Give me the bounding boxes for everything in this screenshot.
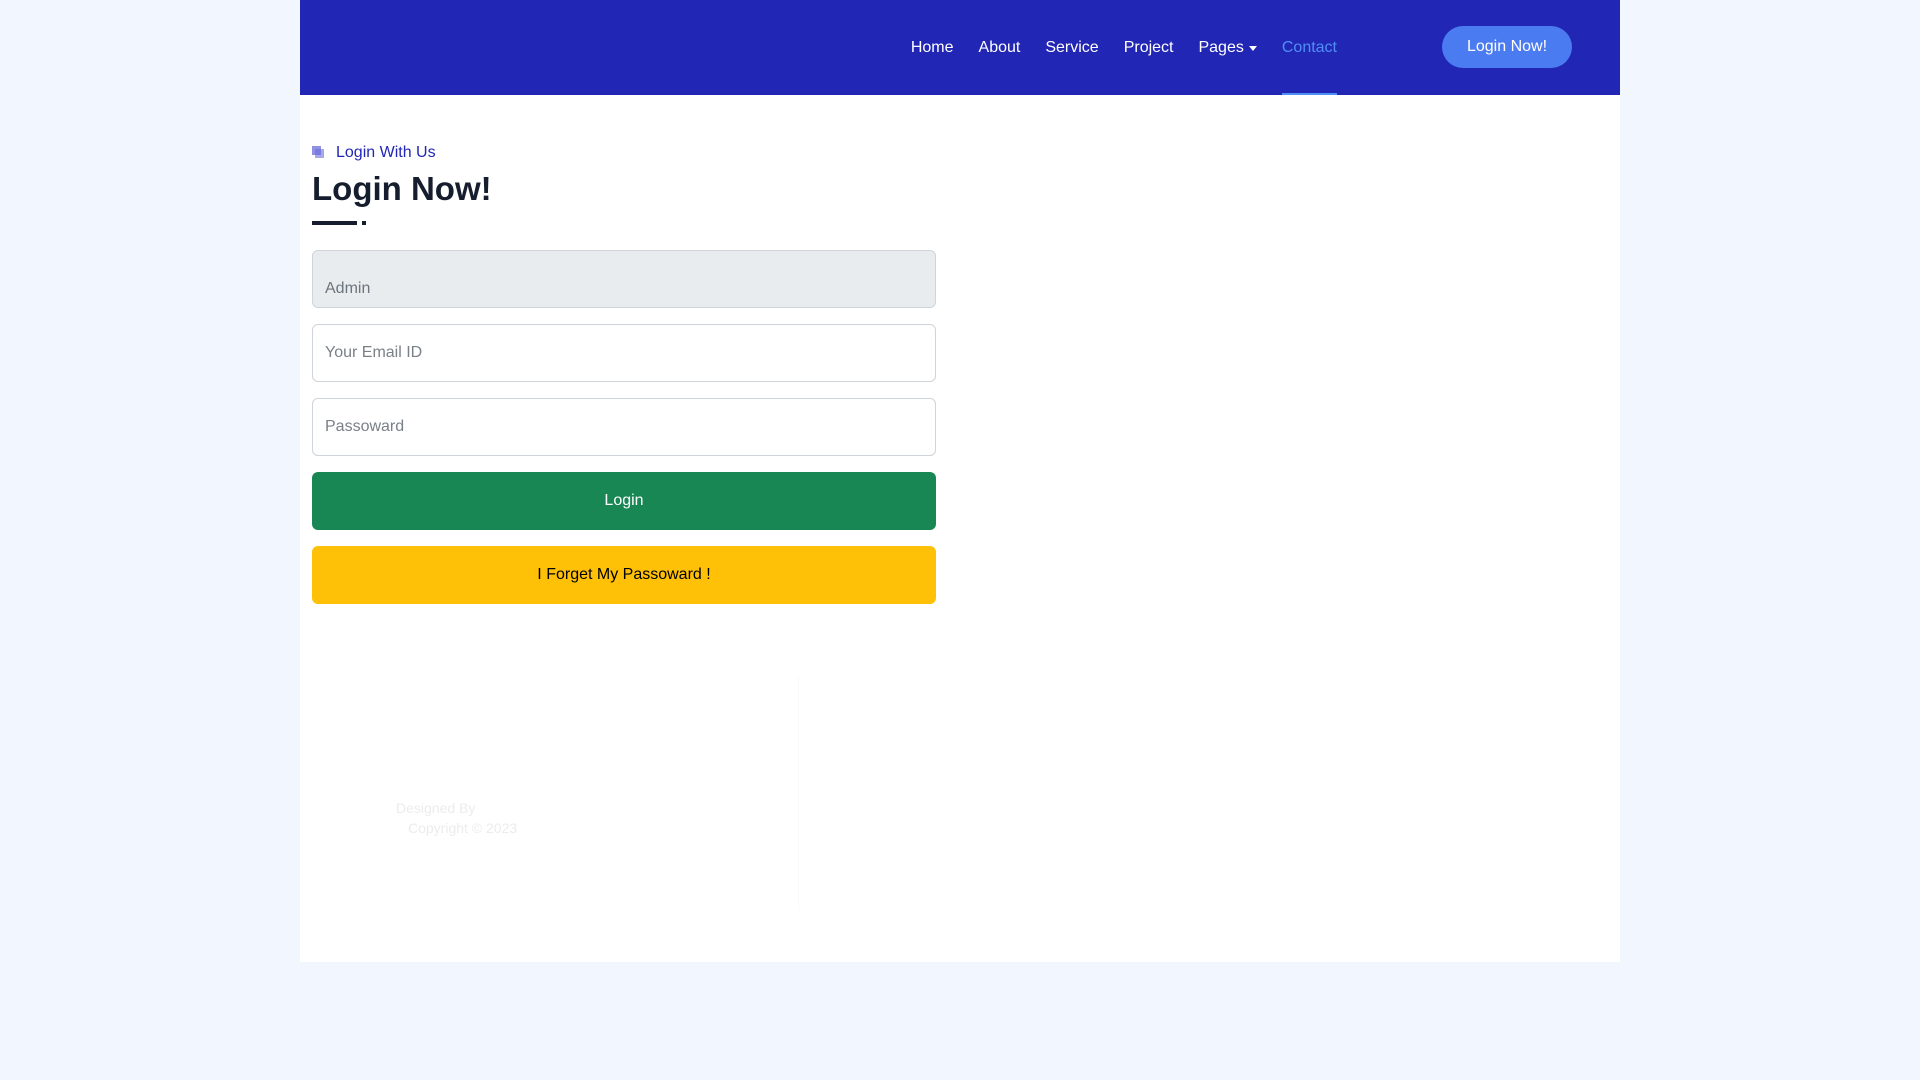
subtitle-text: Login With Us (336, 144, 436, 161)
footer-copyright: Copyright © 2023 (408, 820, 518, 836)
login-button[interactable]: Login (312, 472, 936, 530)
nav-link-contact[interactable]: Contact (1281, 0, 1338, 95)
email-field[interactable] (312, 324, 936, 382)
footer-panel: Designed By Copyright © 2023 (300, 675, 798, 910)
navbar: Home About Service Project Pages Contact… (300, 0, 1620, 95)
nav-link-service[interactable]: Service (1045, 0, 1098, 95)
nav-links: Home About Service Project Pages Contact (911, 0, 1338, 95)
forgot-password-button[interactable]: I Forget My Passoward ! (312, 546, 936, 604)
title-underline-dot (362, 221, 366, 225)
page-title: Login Now! (312, 170, 492, 207)
caret-down-icon (1248, 46, 1257, 51)
footer-designed-by: Designed By (396, 800, 476, 816)
nav-link-pages-label: Pages (1198, 38, 1244, 56)
page-container: Home About Service Project Pages Contact… (300, 0, 1620, 962)
title-underline (312, 221, 357, 225)
nav-link-pages-dropdown[interactable]: Pages (1198, 0, 1257, 95)
username-field[interactable] (312, 250, 936, 308)
stack-icon (312, 146, 326, 160)
section-subtitle: Login With Us (312, 144, 436, 162)
login-now-button[interactable]: Login Now! (1442, 26, 1572, 68)
nav-link-home[interactable]: Home (911, 0, 954, 95)
nav-link-about[interactable]: About (979, 0, 1021, 95)
password-field[interactable] (312, 398, 936, 456)
nav-link-project[interactable]: Project (1124, 0, 1174, 95)
